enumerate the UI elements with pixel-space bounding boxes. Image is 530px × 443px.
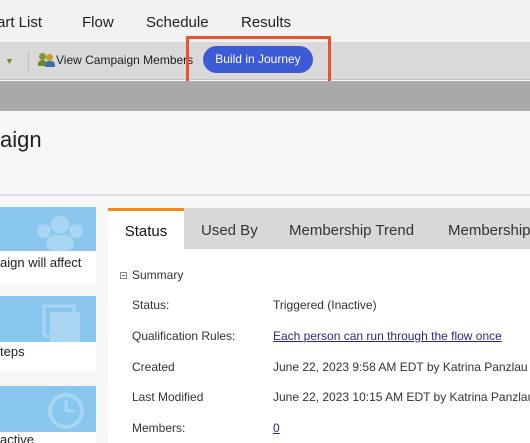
toolbar-separator <box>28 51 29 71</box>
status-label: Status: <box>132 298 170 312</box>
people-icon <box>37 216 83 251</box>
created-label: Created <box>132 360 175 374</box>
view-campaign-members-label: View Campaign Members <box>56 53 194 67</box>
last-modified-label: Last Modified <box>132 390 204 404</box>
divider <box>0 194 530 196</box>
details-panel: Status Used By Membership Trend Membersh… <box>108 208 530 443</box>
dropdown-arrow-icon[interactable]: ▼ <box>5 56 14 66</box>
card-steps[interactable]: teps <box>0 296 96 371</box>
tab-membership[interactable]: Membership <box>448 208 530 249</box>
people-icon <box>38 53 55 67</box>
card-label: active <box>0 432 34 443</box>
panel-tabs: Status Used By Membership Trend Membersh… <box>108 208 530 249</box>
collapse-icon <box>120 271 127 279</box>
summary-label: Summary <box>132 268 184 282</box>
clock-icon <box>48 393 84 429</box>
tab-used-by[interactable]: Used By <box>201 208 258 249</box>
summary-toggle[interactable]: Summary <box>120 268 183 282</box>
status-value: Triggered (Inactive) <box>273 298 377 312</box>
tab-results[interactable]: Results <box>241 14 291 31</box>
view-campaign-members-button[interactable]: View Campaign Members <box>38 53 193 67</box>
card-label: teps <box>0 344 25 359</box>
tab-flow[interactable]: Flow <box>82 14 114 31</box>
card-clock[interactable]: active <box>0 386 96 443</box>
build-in-journey-button[interactable]: Build in Journey <box>203 46 313 73</box>
steps-icon <box>42 304 80 342</box>
tab-smart-list[interactable]: art List <box>0 14 42 31</box>
members-link[interactable]: 0 <box>273 421 280 435</box>
last-modified-value: June 22, 2023 10:15 AM EDT by Katrina Pa… <box>273 390 530 404</box>
members-label: Members: <box>132 421 186 435</box>
qualification-rules-label: Qualification Rules: <box>132 329 236 343</box>
qualification-rules-link[interactable]: Each person can run through the flow onc… <box>273 329 502 343</box>
tab-schedule[interactable]: Schedule <box>146 14 209 31</box>
page-title: aign <box>0 127 42 152</box>
card-label: aign will affect <box>0 255 82 270</box>
tab-membership-trend[interactable]: Membership Trend <box>289 208 414 249</box>
header-bar <box>0 81 530 111</box>
created-value: June 22, 2023 9:58 AM EDT by Katrina Pan… <box>273 360 528 374</box>
card-people[interactable]: aign will affect <box>0 207 96 284</box>
tab-status[interactable]: Status <box>108 208 184 249</box>
